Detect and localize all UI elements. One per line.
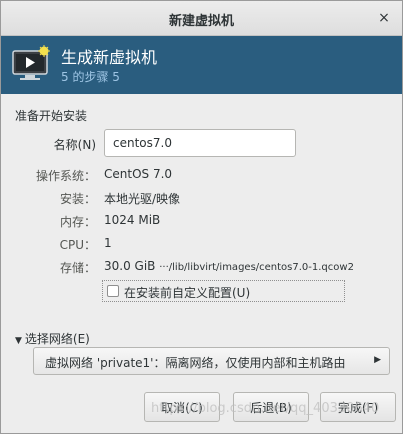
triangle-down-icon: ▼: [15, 336, 22, 346]
install-value: 本地光驱/映像: [104, 192, 181, 206]
close-icon[interactable]: ×: [374, 8, 394, 28]
cpu-label: CPU：: [59, 238, 96, 252]
title-bar[interactable]: 新建虚拟机 ×: [1, 1, 402, 36]
expander-label: 选择网络(E): [24, 332, 90, 346]
customize-before-install-checkbox[interactable]: 在安装前自定义配置(U): [102, 280, 345, 302]
triangle-right-icon: ▶: [374, 355, 381, 365]
network-select[interactable]: 虚拟网络 'private1'：隔离网络，仅使用内部和主机路由 ▶: [33, 347, 390, 375]
back-button[interactable]: 后退(B): [233, 392, 309, 422]
storage-label: 存储：: [59, 261, 96, 275]
cancel-button[interactable]: 取消(C): [144, 392, 220, 422]
section-heading: 准备开始安装: [15, 109, 88, 123]
wizard-banner: 生成新虚拟机 5 的步骤 5: [1, 36, 402, 94]
banner-title: 生成新虚拟机: [61, 48, 158, 67]
os-label: 操作系统：: [35, 169, 96, 183]
checkbox-box[interactable]: [107, 285, 119, 297]
name-label: 名称(N): [53, 138, 96, 152]
step-indicator: 5 的步骤 5: [61, 70, 120, 84]
network-selected-value: 虚拟网络 'private1'：隔离网络，仅使用内部和主机路由: [45, 356, 346, 370]
cpu-value: 1: [104, 236, 112, 250]
memory-value: 1024 MiB: [104, 213, 161, 227]
memory-label: 内存：: [59, 215, 96, 229]
network-expander[interactable]: ▼ 选择网络(E): [15, 330, 90, 347]
storage-value: 30.0 GiB ···/lib/libvirt/images/centos7.…: [104, 259, 354, 273]
monitor-play-icon: [11, 45, 51, 88]
storage-size: 30.0 GiB: [104, 259, 156, 273]
os-value: CentOS 7.0: [104, 167, 173, 181]
finish-button[interactable]: 完成(F): [320, 392, 396, 422]
checkbox-label: 在安装前自定义配置(U): [124, 286, 251, 300]
new-vm-dialog: 新建虚拟机 × 生成新虚拟机 5 的步骤 5 准备开始安装 名称(N) 操作系统…: [0, 0, 403, 434]
window-title: 新建虚拟机: [168, 14, 234, 29]
vm-name-input[interactable]: [104, 129, 296, 157]
storage-path: ···/lib/libvirt/images/centos7.0-1.qcow2: [159, 262, 354, 273]
install-label: 安装：: [59, 192, 96, 206]
